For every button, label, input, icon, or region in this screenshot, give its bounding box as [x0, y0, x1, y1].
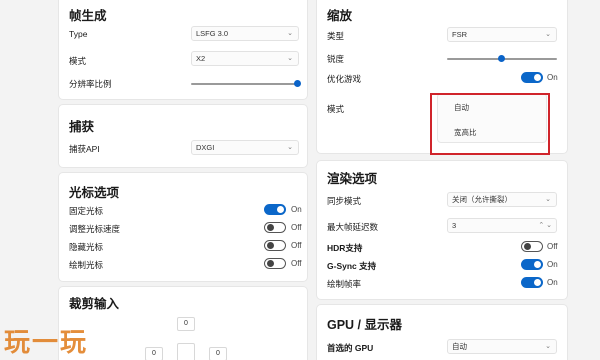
hide-cursor-state: Off — [291, 241, 302, 250]
hide-cursor-toggle[interactable] — [264, 240, 286, 251]
optimize-label: 优化游戏 — [327, 74, 362, 84]
capture-card: 捕获 捕获API DXGI ⌄ — [58, 104, 308, 168]
resolution-scale-slider[interactable] — [191, 83, 299, 85]
chevron-down-icon: ⌄ — [287, 144, 293, 151]
cursor-item-label: 隐藏光标 — [69, 242, 104, 252]
draw-fps-toggle[interactable] — [521, 277, 543, 288]
hdr-state: Off — [547, 242, 558, 251]
sync-mode-select[interactable]: 关闭（允许撕裂） ⌄ — [447, 192, 557, 207]
gsync-toggle[interactable] — [521, 259, 543, 270]
cursor-item-label: 绘制光标 — [69, 260, 104, 270]
hdr-toggle[interactable] — [521, 241, 543, 252]
adjust-cursor-speed-toggle[interactable] — [264, 222, 286, 233]
chevron-down-icon: ⌄ — [545, 31, 551, 38]
chevron-down-icon: ⌄ — [545, 196, 551, 203]
scaling-type-value: FSR — [452, 30, 467, 39]
cursor-item-label: 固定光标 — [69, 206, 104, 216]
draw-cursor-state: Off — [291, 259, 302, 268]
resolution-scale-thumb[interactable] — [294, 80, 301, 87]
max-latency-stepper[interactable]: 3 ⌃ ⌄ — [447, 218, 557, 233]
crop-top-input[interactable]: 0 — [177, 317, 195, 331]
scaling-type-label: 类型 — [327, 31, 345, 41]
optimize-state: On — [547, 73, 558, 82]
max-latency-label: 最大帧延迟数 — [327, 222, 379, 232]
capture-api-select[interactable]: DXGI ⌄ — [191, 140, 299, 155]
adjust-cursor-speed-state: Off — [291, 223, 302, 232]
gpu-title: GPU / 显示器 — [327, 318, 403, 332]
lock-cursor-toggle[interactable] — [264, 204, 286, 215]
optimize-toggle[interactable] — [521, 72, 543, 83]
watermark-logo: 玩一玩 — [4, 328, 89, 358]
scaling-type-select[interactable]: FSR ⌄ — [447, 27, 557, 42]
draw-fps-label: 绘制帧率 — [327, 279, 362, 289]
chevron-down-icon: ⌄ — [287, 30, 293, 37]
mode-label: 模式 — [69, 56, 87, 66]
chevron-down-icon: ⌄ — [287, 55, 293, 62]
render-card: 渲染选项 同步模式 关闭（允许撕裂） ⌄ 最大帧延迟数 3 ⌃ ⌄ HDR支持 … — [316, 160, 568, 300]
draw-cursor-toggle[interactable] — [264, 258, 286, 269]
sharpness-thumb[interactable] — [498, 55, 505, 62]
render-title: 渲染选项 — [327, 172, 378, 186]
preferred-gpu-label: 首选的 GPU — [327, 343, 374, 353]
capture-title: 捕获 — [69, 120, 95, 134]
cursor-card: 光标选项 固定光标 On 调整光标速度 Off 隐藏光标 Off 绘制光标 Of… — [58, 172, 308, 282]
mode-select[interactable]: X2 ⌄ — [191, 51, 299, 66]
type-label: Type — [69, 29, 88, 39]
resolution-scale-label: 分辨率比例 — [69, 79, 112, 89]
crop-title: 裁剪输入 — [69, 297, 120, 311]
type-select[interactable]: LSFG 3.0 ⌄ — [191, 26, 299, 41]
cursor-title: 光标选项 — [69, 186, 120, 200]
crop-left-input[interactable]: 0 — [145, 347, 163, 360]
preferred-gpu-value: 自动 — [452, 342, 467, 351]
highlight-box — [430, 93, 550, 155]
capture-api-label: 捕获API — [69, 144, 100, 154]
capture-api-value: DXGI — [196, 143, 215, 152]
sync-mode-label: 同步模式 — [327, 196, 362, 206]
lock-cursor-state: On — [291, 205, 302, 214]
frame-gen-title: 帧生成 — [69, 9, 107, 23]
crop-right-input[interactable]: 0 — [209, 347, 227, 360]
scaling-mode-label: 模式 — [327, 104, 345, 114]
sync-mode-value: 关闭（允许撕裂） — [452, 195, 512, 204]
chevron-up-down-icon[interactable]: ⌃ ⌄ — [538, 219, 552, 232]
mode-select-value: X2 — [196, 54, 206, 63]
max-latency-value: 3 — [452, 221, 457, 230]
sharpness-label: 锐度 — [327, 54, 345, 64]
scaling-title: 缩放 — [327, 9, 353, 23]
gsync-label: G-Sync 支持 — [327, 261, 377, 271]
type-select-value: LSFG 3.0 — [196, 29, 229, 38]
draw-fps-state: On — [547, 278, 558, 287]
crop-card: 裁剪输入 0 0 0 — [58, 286, 308, 360]
gsync-state: On — [547, 260, 558, 269]
chevron-down-icon: ⌄ — [545, 343, 551, 350]
frame-gen-card: 帧生成 Type LSFG 3.0 ⌄ 模式 X2 ⌄ 分辨率比例 — [58, 0, 308, 100]
crop-preview — [177, 343, 195, 360]
hdr-label: HDR支持 — [327, 243, 363, 253]
preferred-gpu-select[interactable]: 自动 ⌄ — [447, 339, 557, 354]
cursor-item-label: 调整光标速度 — [69, 224, 121, 234]
gpu-card: GPU / 显示器 首选的 GPU 自动 ⌄ — [316, 304, 568, 360]
